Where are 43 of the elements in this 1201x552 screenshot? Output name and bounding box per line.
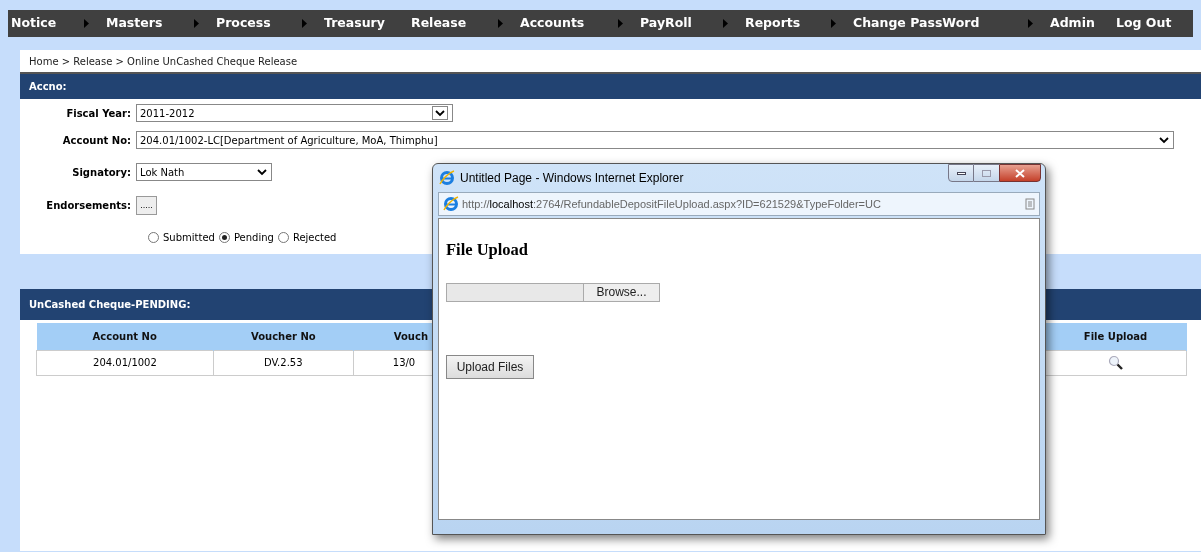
url-text: http://localhost:2764/RefundableDepositFileUpload.aspx?ID=621529&TypeFolder=UC bbox=[462, 196, 882, 212]
table-cell: 204.01/1002 bbox=[36, 350, 214, 375]
menu-item[interactable]: Treasury bbox=[324, 14, 385, 33]
menu-item[interactable]: Notice bbox=[11, 14, 57, 33]
field-label: Fiscal Year: bbox=[65, 106, 132, 121]
menu-item[interactable]: Reports bbox=[745, 14, 801, 33]
field-label: Endorsements: bbox=[45, 199, 132, 213]
menu-item[interactable]: Masters bbox=[106, 14, 163, 33]
maximize-button[interactable] bbox=[974, 164, 999, 182]
radio-label: Submitted bbox=[163, 231, 215, 245]
close-button[interactable] bbox=[999, 164, 1041, 182]
window-title: Untitled Page - Windows Internet Explorer bbox=[460, 170, 684, 187]
dropdown[interactable]: 204.01/1002-LC[Department of Agriculture, MoA, Thimphu] bbox=[136, 131, 1174, 149]
menu-item[interactable]: Process bbox=[216, 14, 271, 33]
browser-logo-icon bbox=[443, 196, 459, 212]
search-icon[interactable] bbox=[1107, 354, 1124, 371]
menu-item[interactable]: Admin bbox=[1050, 14, 1095, 33]
close-icon bbox=[1015, 168, 1025, 178]
column-header: Voucher No bbox=[213, 323, 354, 350]
upload-files-button[interactable]: Upload Files bbox=[446, 354, 534, 379]
menu-item[interactable]: Change PassWord bbox=[853, 14, 980, 33]
panel-header: Accno: bbox=[20, 72, 1201, 99]
endorsements-button[interactable]: ..... bbox=[136, 196, 157, 215]
menu-item[interactable]: PayRoll bbox=[640, 14, 692, 33]
dropdown[interactable]: Lok Nath bbox=[136, 163, 272, 181]
radio-button[interactable] bbox=[218, 232, 230, 243]
table-cell: DV.2.53 bbox=[213, 350, 354, 375]
radio-label: Rejected bbox=[292, 231, 337, 245]
file-input[interactable]: Browse... bbox=[446, 282, 660, 302]
radio-label: Pending bbox=[233, 231, 274, 245]
field-label: Account No: bbox=[61, 133, 132, 148]
menu-item[interactable]: Release bbox=[411, 14, 467, 33]
field-label: Signatory: bbox=[71, 165, 132, 180]
page-heading: File Upload bbox=[446, 239, 530, 261]
radio-button[interactable] bbox=[148, 232, 159, 243]
breadcrumb: Home > Release > Online UnCashed Cheque Release bbox=[28, 54, 299, 69]
browser-logo-icon bbox=[439, 170, 455, 186]
radio-button[interactable] bbox=[277, 232, 289, 243]
menu-item[interactable]: Log Out bbox=[1116, 14, 1172, 33]
minimize-button[interactable] bbox=[948, 164, 974, 182]
column-header: Account No bbox=[36, 323, 214, 350]
dropdown[interactable]: 2011-2012 bbox=[136, 104, 453, 122]
menu-item[interactable]: Accounts bbox=[520, 14, 585, 33]
